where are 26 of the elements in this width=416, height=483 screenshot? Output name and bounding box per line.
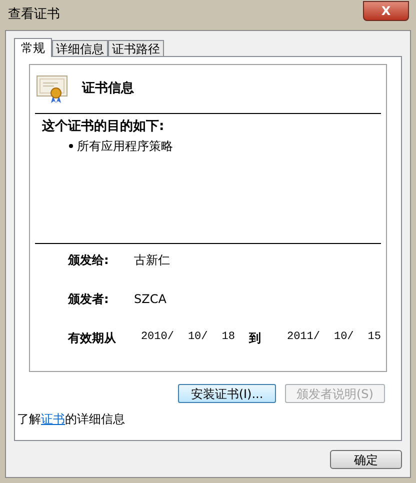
field-label: 颁发给: [68,252,110,268]
certificate-heading: 证书信息 [82,80,134,98]
field-value: 古新仁 [134,252,170,268]
field-value: SZCA [134,290,166,308]
date-part: 15 [368,330,381,346]
date-part: 10/ [188,330,208,346]
validity-to-label: 到 [248,330,261,346]
tab[interactable]: 常规 [14,38,52,57]
date-part: 2011/ [286,330,320,346]
certificate-link[interactable]: 证书 [41,412,65,426]
tab[interactable]: 详细信息 [52,40,108,56]
window-title: 查看证书 [8,6,60,24]
close-button[interactable]: X [363,1,409,21]
ok-button[interactable]: 确定 [330,450,402,469]
validity-label: 有效期从 [68,330,117,346]
date-part: 18 [222,330,235,346]
dialog-button[interactable]: 安装证书(I)... [178,384,276,403]
field-label: 颁发者: [68,290,110,308]
tab[interactable]: 证书路径 [108,40,164,56]
date-part: 10/ [334,330,354,346]
date-part: 2010/ [140,330,174,346]
purpose-title: 这个证书的目的如下: [42,118,166,136]
purpose-item: 所有应用程序策略 [77,138,173,154]
bullet-icon [69,144,73,148]
info-sentence: 了解证书的详细信息 [17,411,126,428]
certificate-icon [36,74,68,104]
